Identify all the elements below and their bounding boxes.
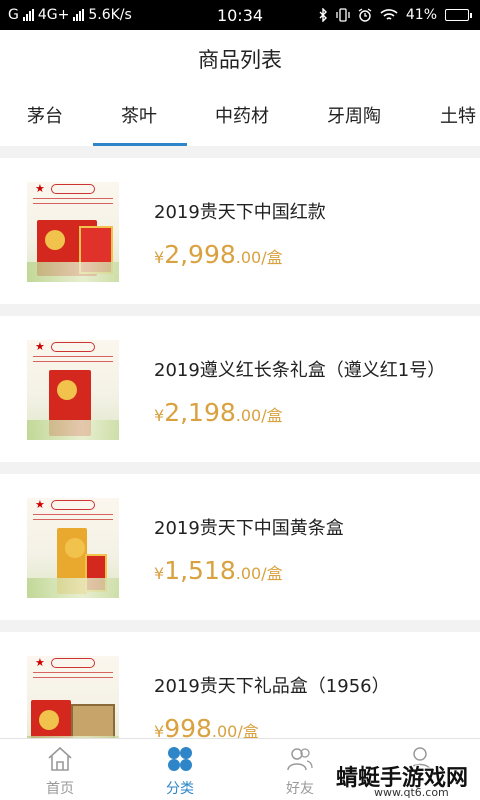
- page-header: 商品列表: [0, 30, 480, 88]
- product-price: ¥2,198.00/盒: [154, 398, 283, 427]
- price-unit: .00/盒: [235, 564, 283, 583]
- price-currency: ¥: [154, 248, 165, 267]
- vibrate-icon: [336, 8, 350, 22]
- product-image: ★: [27, 340, 119, 440]
- price-amount: 2,198: [164, 398, 236, 427]
- page-title: 商品列表: [198, 48, 282, 72]
- price-unit: .00/盒: [235, 248, 283, 267]
- battery-percent: 41%: [405, 7, 437, 23]
- price-amount: 998: [164, 714, 212, 738]
- category-tabs: 茅台 茶叶 中药材 牙周陶 土特: [0, 88, 480, 146]
- friends-icon: [287, 748, 313, 771]
- product-image: ★: [27, 182, 119, 282]
- price-currency: ¥: [154, 722, 165, 738]
- site-watermark: 蜻蜓手游戏网 www.qt6.com: [336, 760, 476, 800]
- status-left: G 4G+ 5.6K/s: [8, 7, 188, 23]
- status-bar: G 4G+ 5.6K/s 10:34 41%: [0, 0, 480, 30]
- network-label: 4G+: [37, 7, 70, 23]
- price-amount: 1,518: [164, 556, 236, 585]
- carrier-label: G: [8, 7, 19, 23]
- watermark-url: www.qt6.com: [374, 786, 449, 799]
- price-amount: 2,998: [164, 240, 236, 269]
- nav-home-label: 首页: [46, 781, 74, 797]
- product-card[interactable]: ★ 2019遵义红长条礼盒（遵义红1号） ¥2,198.00/盒: [0, 316, 480, 462]
- tab-pottery[interactable]: 牙周陶: [327, 88, 381, 146]
- category-icon: [168, 747, 192, 771]
- alarm-icon: [358, 8, 372, 22]
- nav-category[interactable]: 分类: [120, 739, 240, 800]
- product-title: 2019贵天下中国黄条盒: [154, 518, 344, 539]
- product-price: ¥1,518.00/盒: [154, 556, 283, 585]
- product-card[interactable]: ★ 2019贵天下中国红款 ¥2,998.00/盒: [0, 158, 480, 304]
- tab-herbal-medicine[interactable]: 中药材: [215, 88, 269, 146]
- product-card[interactable]: ★ 2019贵天下礼品盒（1956） ¥998.00/盒: [0, 632, 480, 738]
- tab-local-specialty[interactable]: 土特: [440, 88, 476, 146]
- product-price: ¥2,998.00/盒: [154, 240, 283, 269]
- price-unit: .00/盒: [235, 406, 283, 425]
- tab-tea[interactable]: 茶叶: [121, 88, 157, 146]
- product-title: 2019遵义红长条礼盒（遵义红1号）: [154, 360, 446, 381]
- wifi-icon: [380, 9, 398, 20]
- tab-maotai[interactable]: 茅台: [27, 88, 63, 146]
- product-image: ★: [27, 498, 119, 598]
- product-card[interactable]: ★ 2019贵天下中国黄条盒 ¥1,518.00/盒: [0, 474, 480, 620]
- price-unit: .00/盒: [211, 722, 259, 738]
- status-right: 41%: [292, 7, 472, 23]
- product-image: ★: [27, 656, 119, 738]
- product-title: 2019贵天下中国红款: [154, 202, 326, 223]
- signal-icon-2: [73, 9, 85, 21]
- price-currency: ¥: [154, 406, 165, 425]
- home-icon: [48, 746, 72, 771]
- signal-icon: [22, 9, 34, 21]
- nav-home[interactable]: 首页: [0, 739, 120, 800]
- active-tab-indicator: [93, 143, 187, 146]
- network-speed: 5.6K/s: [88, 7, 132, 23]
- bluetooth-icon: [319, 8, 327, 22]
- product-price: ¥998.00/盒: [154, 714, 259, 738]
- price-currency: ¥: [154, 564, 165, 583]
- battery-icon: [445, 9, 472, 21]
- product-title: 2019贵天下礼品盒（1956）: [154, 676, 390, 697]
- nav-category-label: 分类: [166, 781, 194, 797]
- product-list[interactable]: ★ 2019贵天下中国红款 ¥2,998.00/盒 ★ 2019遵义红长条礼盒（…: [0, 158, 480, 738]
- clock: 10:34: [216, 5, 264, 25]
